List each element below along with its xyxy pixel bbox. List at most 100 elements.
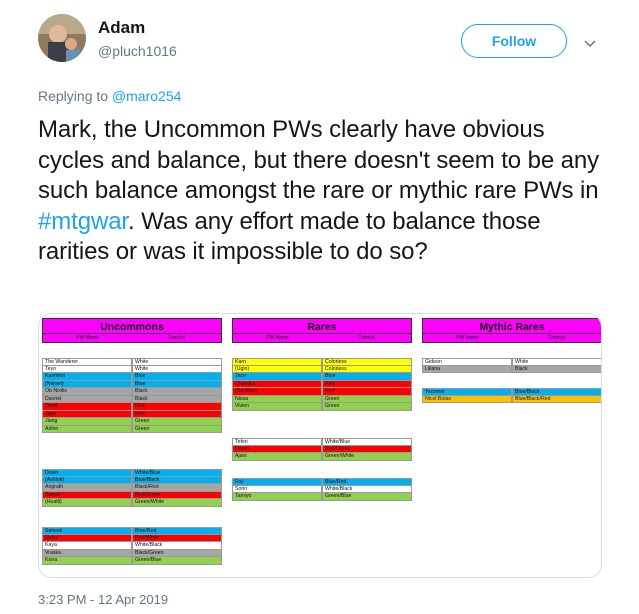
pw-name-cell: Nissa <box>232 395 322 403</box>
table-row: Jaya Red <box>42 410 222 418</box>
pw-name-cell: Teferi <box>232 438 322 446</box>
author-name[interactable]: Adam <box>98 18 145 38</box>
subheader-color: Color(s) <box>167 335 186 341</box>
pw-name-cell: Samut <box>42 491 132 499</box>
pw-name-cell: Nahiri <box>42 534 132 542</box>
pw-color-cell: White <box>512 358 601 366</box>
pw-color-cell: Colorless <box>322 358 412 366</box>
table-row: (Ugin) Colorless <box>232 365 412 373</box>
pw-name-cell: Dovin <box>42 469 132 477</box>
tweet-text: Mark, the Uncommon PWs clearly have obvi… <box>38 115 608 268</box>
pw-name-cell: Jace <box>232 373 322 381</box>
column-subheader: PW Name Color(s) <box>232 334 412 343</box>
pw-name-cell: Davriel <box>42 395 132 403</box>
table-row: (Sarkhan) Red <box>232 388 412 396</box>
pw-name-cell: (Ugin) <box>232 365 322 373</box>
pw-name-cell: Vivien <box>232 403 322 411</box>
pw-name-cell: Liliana <box>422 365 512 373</box>
pw-name-cell: Karn <box>232 358 322 366</box>
pw-color-cell: Red <box>132 403 222 411</box>
pw-name-cell: Chandra <box>232 380 322 388</box>
table-row: Domri Red/Green <box>232 445 412 453</box>
pw-name-cell: Ral <box>232 478 322 486</box>
table-row: Ral Blue/Red <box>232 478 412 486</box>
pw-name-cell: Angrath <box>42 484 132 492</box>
table-row: Arlinn Green <box>42 425 222 433</box>
table-row: Kiora Green/Blue <box>42 557 222 565</box>
avatar[interactable] <box>38 14 86 62</box>
pw-color-cell: Green/White <box>322 453 412 461</box>
table-row: Vivien Green <box>232 403 412 411</box>
table-row: (Narset) Blue <box>42 380 222 388</box>
table-row: Nahiri Red/White <box>42 534 222 542</box>
table-row: Tezzeret Blue/Black <box>422 388 601 396</box>
subheader-name: PW Name <box>266 335 289 341</box>
author-handle[interactable]: @pluch1016 <box>98 43 177 59</box>
table-row: Vraska Black/Green <box>42 549 222 557</box>
pw-color-cell: White <box>132 365 222 373</box>
table-row: Kasmina Blue <box>42 373 222 381</box>
row-group: Ral Blue/Red Sorin White/Black Tamiyo Green/B… <box>232 478 412 501</box>
pw-color-cell: Green <box>322 395 412 403</box>
pw-name-cell: (Sarkhan) <box>232 388 322 396</box>
pw-color-cell: Blue/Red <box>322 478 412 486</box>
pw-color-cell: Black/Red <box>132 484 222 492</box>
subheader-color: Color(s) <box>357 335 376 341</box>
pw-name-cell: Jiang <box>42 418 132 426</box>
row-group: Teferi White/Blue Domri Red/Green Ajani Green… <box>232 438 412 461</box>
table-row: Teferi White/Blue <box>232 438 412 446</box>
table-row: Teyo White <box>42 365 222 373</box>
pw-name-cell: Gideon <box>422 358 512 366</box>
follow-button[interactable]: Follow <box>461 24 567 58</box>
pw-color-cell: Red <box>322 388 412 396</box>
row-group: Karn Colorless (Ugin) Colorless Jace Blue Chan… <box>232 358 412 411</box>
pw-color-cell: Red/Green <box>322 445 412 453</box>
pw-color-cell: Red/Green <box>132 491 222 499</box>
pw-color-cell: Red/White <box>132 534 222 542</box>
pw-color-cell: Green <box>132 425 222 433</box>
table-row: Tibalt Red <box>42 403 222 411</box>
pw-name-cell: Nicol Bolas <box>422 395 512 403</box>
pw-color-cell: Blue <box>322 373 412 381</box>
subheader-color: Color(s) <box>547 335 566 341</box>
column-subheader: PW Name Color(s) <box>422 334 601 343</box>
table-row: Chandra Red <box>232 380 412 388</box>
attached-image[interactable]: Uncommons PW Name Color(s) The Wanderer Whit… <box>38 313 602 578</box>
pw-color-cell: Black <box>512 365 601 373</box>
pw-color-cell: Green/Blue <box>322 493 412 501</box>
pw-color-cell: Red <box>322 380 412 388</box>
pw-name-cell: Jaya <box>42 410 132 418</box>
pw-name-cell: (Narset) <box>42 380 132 388</box>
timestamp[interactable]: 3:23 PM - 12 Apr 2019 <box>38 592 168 607</box>
reply-to-link[interactable]: @maro254 <box>112 88 181 104</box>
pw-color-cell: Blue <box>132 380 222 388</box>
table-row: (Ashiok) Blue/Black <box>42 476 222 484</box>
row-group: Gideon White Liliana Black <box>422 358 601 373</box>
column-title: Uncommons <box>42 318 222 334</box>
pw-color-cell: Black <box>132 388 222 396</box>
pw-color-cell: Red <box>132 410 222 418</box>
pw-color-cell: Colorless <box>322 365 412 373</box>
chevron-down-icon[interactable] <box>584 35 596 53</box>
subheader-name: PW Name <box>456 335 479 341</box>
pw-name-cell: Vraska <box>42 549 132 557</box>
pw-color-cell: White/Black <box>132 542 222 550</box>
table-row: Sorin White/Black <box>232 485 412 493</box>
pw-color-cell: Blue/Black <box>512 388 601 396</box>
table-row: Samut Red/Green <box>42 491 222 499</box>
tweet-text-part1: Mark, the Uncommon PWs clearly have obvi… <box>38 116 600 205</box>
pw-color-cell: Green <box>322 403 412 411</box>
table-row: Liliana Black <box>422 365 601 373</box>
pw-color-cell: White/Blue <box>322 438 412 446</box>
pw-name-cell: (Huatli) <box>42 499 132 507</box>
row-group: Tezzeret Blue/Black Nicol Bolas Blue/Black/… <box>422 388 601 403</box>
table-row: Jiang Green <box>42 418 222 426</box>
pw-color-cell: Green/White <box>132 499 222 507</box>
pw-name-cell: Tamiyo <box>232 493 322 501</box>
pw-name-cell: Tezzeret <box>422 388 512 396</box>
table-row: Angrath Black/Red <box>42 484 222 492</box>
table-row: Gideon White <box>422 358 601 366</box>
hashtag-link[interactable]: #mtgwar <box>38 208 128 235</box>
table-row: (Huatli) Green/White <box>42 499 222 507</box>
table-row: The Wanderer White <box>42 358 222 366</box>
